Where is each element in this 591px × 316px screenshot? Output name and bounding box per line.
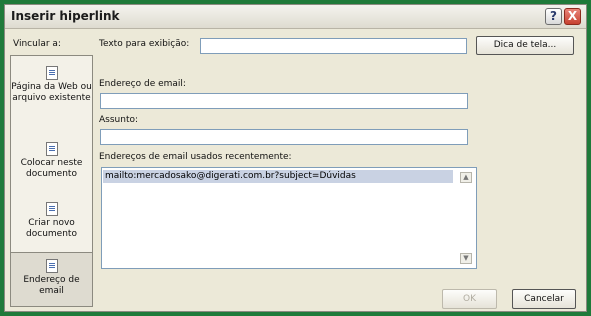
display-text-input[interactable] [200, 38, 467, 54]
ok-button[interactable]: OK [442, 289, 497, 309]
help-button[interactable]: ? [545, 8, 562, 25]
nav-item-existing-file[interactable]: Página da Web ou arquivo existente [11, 66, 92, 104]
scroll-up-arrow-icon[interactable]: ▲ [460, 172, 472, 183]
new-document-icon [45, 202, 58, 216]
nav-item-place-in-document[interactable]: Colocar neste documento [11, 142, 92, 180]
display-text-label: Texto para exibição: [99, 39, 190, 49]
insert-hyperlink-dialog: Inserir hiperlink ? X Vincular a: Texto … [4, 4, 587, 312]
scroll-down-arrow-icon[interactable]: ▼ [460, 253, 472, 264]
email-address-input[interactable] [100, 93, 468, 109]
nav-item-email-address[interactable]: Endereço de email [11, 252, 92, 306]
dialog-title: Inserir hiperlink [11, 9, 120, 23]
close-button[interactable]: X [564, 8, 581, 25]
link-to-panel: Página da Web ou arquivo existente Coloc… [10, 55, 93, 307]
subject-label: Assunto: [99, 115, 139, 125]
nav-item-label: Endereço de email [23, 275, 80, 296]
document-place-icon [45, 142, 58, 156]
recent-emails-list[interactable]: mailto:mercadosako@digerati.com.br?subje… [101, 167, 477, 269]
subject-input[interactable] [100, 129, 468, 145]
link-to-label: Vincular a: [13, 39, 61, 49]
screen-tip-button[interactable]: Dica de tela... [476, 36, 574, 55]
web-page-icon [45, 66, 58, 80]
title-bar: Inserir hiperlink ? X [5, 5, 586, 29]
cancel-button[interactable]: Cancelar [512, 289, 576, 309]
nav-item-label: Colocar neste documento [20, 158, 83, 179]
nav-item-label: Página da Web ou arquivo existente [11, 82, 92, 103]
email-icon [45, 259, 58, 273]
nav-item-new-document[interactable]: Criar novo documento [11, 202, 92, 240]
nav-item-label: Criar novo documento [26, 218, 77, 239]
list-item[interactable]: mailto:mercadosako@digerati.com.br?subje… [103, 170, 453, 183]
recent-emails-label: Endereços de email usados recentemente: [99, 152, 292, 162]
email-address-label: Endereço de email: [99, 79, 186, 89]
